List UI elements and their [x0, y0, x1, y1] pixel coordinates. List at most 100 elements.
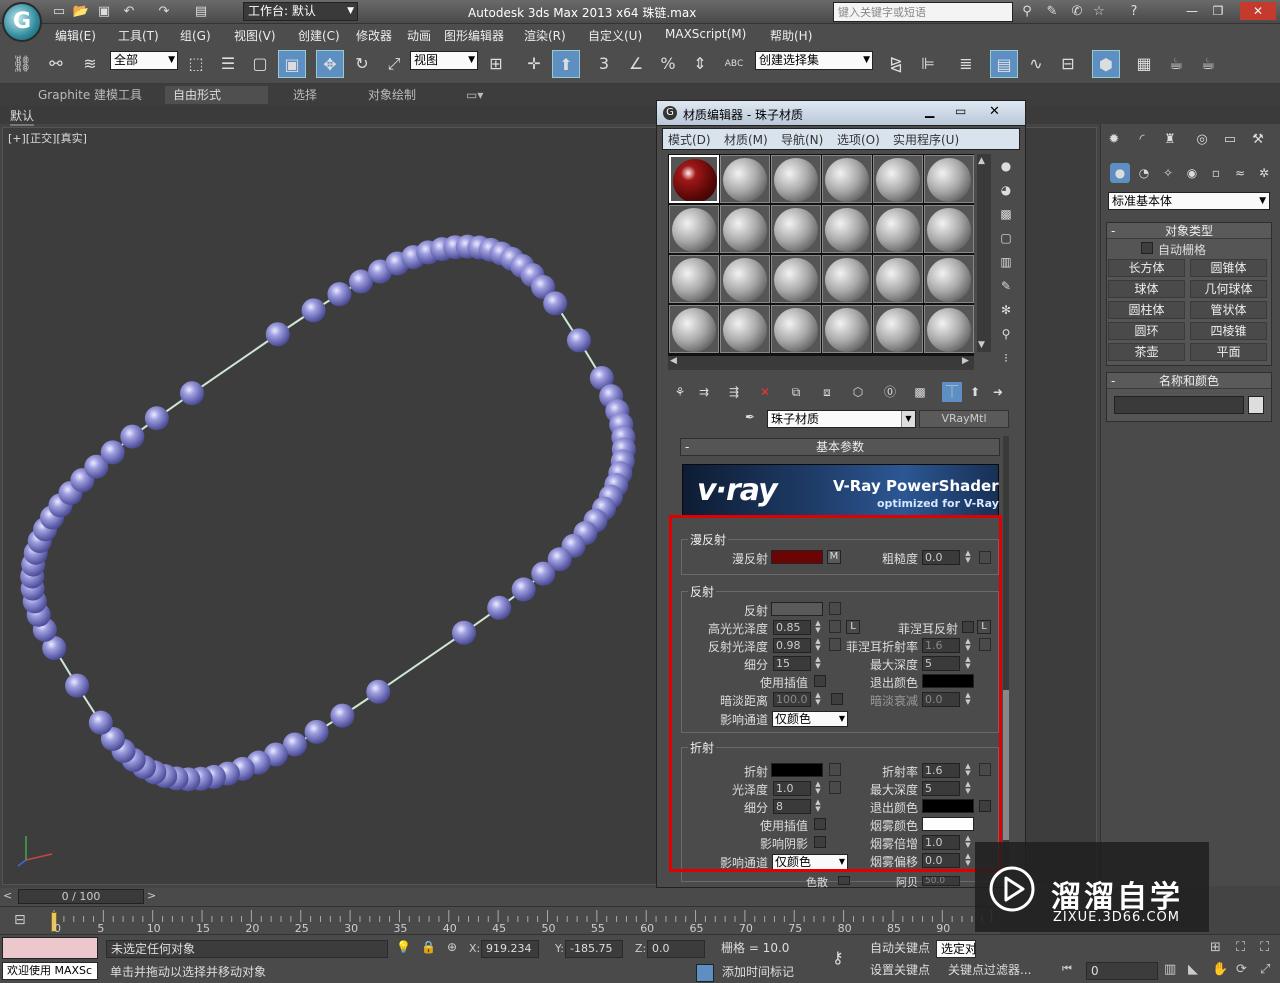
mated-close-icon[interactable]: ✕	[989, 104, 1000, 119]
menu-tools[interactable]: 工具(T)	[118, 27, 159, 44]
material-sample-slot[interactable]	[720, 205, 770, 253]
name-color-header[interactable]: - 名称和颜色	[1107, 373, 1271, 389]
show-shaded-material-icon[interactable]: ▩	[910, 382, 930, 402]
mini-curve-editor-icon[interactable]: ⊟	[14, 912, 32, 930]
percent-snap-icon[interactable]: %	[654, 50, 682, 78]
time-tag-icon[interactable]	[696, 964, 714, 982]
material-sample-slot[interactable]	[669, 305, 719, 353]
isolate-selection-icon[interactable]: 💡	[396, 940, 411, 954]
layer-manager-icon[interactable]: ≣	[952, 50, 980, 78]
box-button[interactable]: 长方体	[1108, 259, 1185, 277]
restore-icon[interactable]: ❐	[1206, 2, 1230, 20]
menu-views[interactable]: 视图(V)	[234, 27, 276, 44]
time-slider-thumb[interactable]: 0 / 100	[18, 889, 144, 904]
sphere-button[interactable]: 球体	[1108, 280, 1185, 298]
pyramid-button[interactable]: 四棱锥	[1190, 322, 1267, 340]
material-sample-slot[interactable]	[924, 255, 974, 303]
selection-lock-icon[interactable]: 🔒	[421, 940, 436, 954]
material-sample-slot[interactable]	[669, 255, 719, 303]
auto-grid-checkbox[interactable]	[1141, 242, 1153, 254]
display-tab-icon[interactable]: ▭	[1220, 130, 1240, 150]
menu-modifiers[interactable]: 修改器	[356, 27, 392, 44]
material-sample-slot[interactable]	[822, 255, 872, 303]
select-by-material-icon[interactable]: ⚲	[996, 324, 1016, 344]
ribbon-options-icon[interactable]: ▭▾	[458, 86, 491, 104]
options-icon[interactable]: ✻	[996, 300, 1016, 320]
maxscript-listener-pink[interactable]	[2, 937, 98, 959]
pivot-center-icon[interactable]: ⊞	[482, 50, 510, 78]
save-file-icon[interactable]: ▣	[95, 3, 113, 21]
help-icon[interactable]: ?	[1125, 3, 1143, 21]
redo-icon[interactable]: ↷	[155, 3, 173, 21]
menu-help[interactable]: 帮助(H)	[770, 27, 812, 44]
assign-to-selection-icon[interactable]: ⇶	[724, 382, 744, 402]
tube-button[interactable]: 管状体	[1190, 301, 1267, 319]
material-sample-slot[interactable]	[720, 255, 770, 303]
zoom-extents-icon[interactable]: ⛶	[1236, 940, 1245, 955]
mated-menu-modes[interactable]: 模式(D)	[668, 131, 711, 148]
app-logo-icon[interactable]: G	[2, 2, 42, 42]
make-preview-icon[interactable]: ✎	[996, 276, 1016, 296]
edit-named-selection-icon[interactable]: ABC	[720, 50, 748, 78]
select-manipulate-icon[interactable]: ✛	[520, 50, 548, 78]
pan-view-icon[interactable]: ✋	[1212, 962, 1228, 977]
material-sample-slot[interactable]	[771, 305, 821, 353]
shapes-icon[interactable]: ◔	[1134, 163, 1154, 183]
time-next-icon[interactable]: >	[147, 889, 156, 902]
geometry-icon[interactable]: ●	[1110, 163, 1130, 183]
z-coord-field[interactable]: 0.0	[647, 940, 705, 958]
mirror-icon[interactable]: ⧎	[882, 50, 910, 78]
mated-minimize-icon[interactable]: ▁	[925, 104, 934, 118]
cameras-icon[interactable]: ◉	[1182, 163, 1202, 183]
material-sample-slot[interactable]	[873, 205, 923, 253]
object-name-input[interactable]	[1114, 396, 1244, 414]
material-sample-slot[interactable]	[720, 155, 770, 203]
close-icon[interactable]: ✕	[1240, 2, 1276, 20]
mated-menu-utilities[interactable]: 实用程序(U)	[893, 131, 959, 148]
get-material-icon[interactable]: ⚘	[670, 382, 690, 402]
geosphere-button[interactable]: 几何球体	[1190, 280, 1267, 298]
key-filters-button[interactable]: 关键点过滤器...	[944, 962, 1054, 980]
unlink-icon[interactable]: ⚯	[42, 50, 70, 78]
material-sample-slot[interactable]	[822, 155, 872, 203]
menu-create[interactable]: 创建(C)	[298, 27, 340, 44]
helpers-icon[interactable]: ▫	[1206, 163, 1226, 183]
add-time-tag[interactable]: 添加时间标记	[718, 964, 828, 982]
ref-coord-dropdown[interactable]: 视图 ▼	[410, 51, 478, 70]
viewport-label[interactable]: [+][正交][真实]	[8, 130, 87, 146]
hierarchy-tab-icon[interactable]: ♜	[1160, 130, 1180, 150]
menu-group[interactable]: 组(G)	[180, 27, 211, 44]
graphite-toggle-icon[interactable]: ▤	[990, 50, 1018, 78]
field-of-view-icon[interactable]: ◣	[1188, 962, 1198, 977]
project-folder-icon[interactable]: ▤	[192, 3, 210, 21]
slots-scroll-right-icon[interactable]: ▶	[962, 356, 969, 366]
go-to-parent-icon[interactable]: ⬆	[965, 382, 985, 402]
params-scroll-thumb[interactable]	[1003, 690, 1009, 840]
angle-snap-icon[interactable]: ∠	[622, 50, 650, 78]
spacewarps-icon[interactable]: ≈	[1230, 163, 1250, 183]
menu-graph-editors[interactable]: 图形编辑器	[444, 27, 504, 44]
modify-tab-icon[interactable]: ◜	[1132, 130, 1152, 150]
material-sample-slot[interactable]	[924, 205, 974, 253]
basic-params-header[interactable]: - 基本参数	[680, 438, 1000, 456]
tab-object-paint[interactable]: 对象绘制	[360, 86, 424, 104]
systems-icon[interactable]: ✲	[1254, 163, 1274, 183]
rendered-frame-icon[interactable]: ☕	[1162, 50, 1190, 78]
utilities-tab-icon[interactable]: ⚒	[1248, 130, 1268, 150]
geometry-category-dropdown[interactable]: 标准基本体 ▼	[1108, 192, 1270, 210]
new-file-icon[interactable]: ▭	[50, 3, 68, 21]
menu-customize[interactable]: 自定义(U)	[588, 27, 642, 44]
slots-vscroll[interactable]	[977, 154, 991, 352]
cone-button[interactable]: 圆锥体	[1190, 259, 1267, 277]
time-configuration-icon[interactable]: ▥	[1164, 962, 1176, 977]
eyedropper-icon[interactable]: ✒	[740, 410, 760, 428]
put-to-scene-icon[interactable]: ⇉	[694, 382, 714, 402]
zoom-all-icon[interactable]: ⛶	[1260, 940, 1269, 955]
select-by-name-icon[interactable]: ☰	[214, 50, 242, 78]
current-frame-field[interactable]: 0	[1086, 962, 1158, 980]
select-move-icon[interactable]: ✥	[316, 50, 344, 78]
material-sample-slot[interactable]	[669, 155, 719, 203]
time-prev-icon[interactable]: <	[3, 889, 12, 902]
set-key-button[interactable]: 设置关键点	[866, 962, 930, 980]
material-id-channel-icon[interactable]: ⓪	[880, 382, 900, 402]
